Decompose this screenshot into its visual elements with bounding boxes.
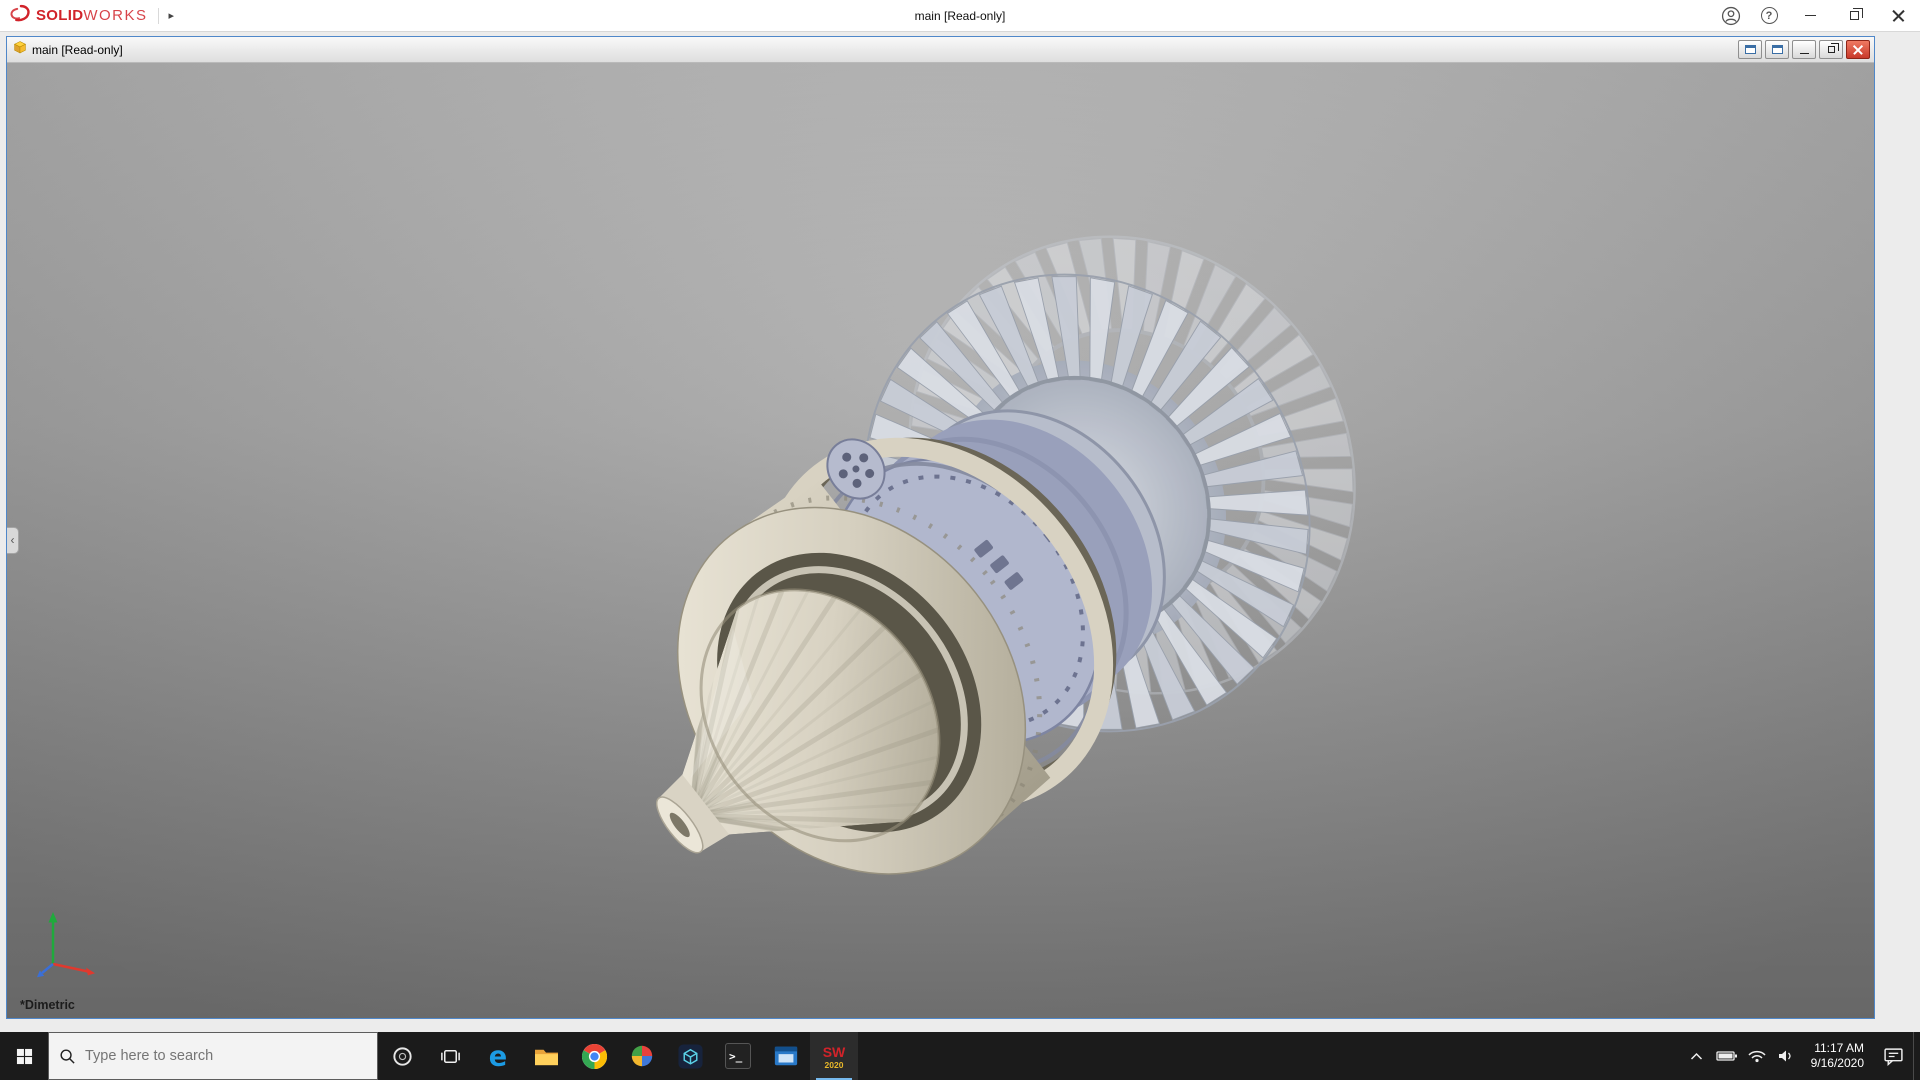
search-input[interactable] [85,1048,367,1064]
triad-x-axis [52,962,89,973]
brand-text: SOLIDWORKS [36,6,148,24]
edge-button[interactable]: e [474,1032,522,1080]
app-window-title: main [Read-only] [914,8,1006,23]
volume-status[interactable] [1772,1032,1802,1080]
windows-logo-icon [16,1048,32,1064]
tray-expand-button[interactable] [1682,1032,1712,1080]
window-icon [1771,45,1783,54]
featuremanager-collapse-tab[interactable]: ‹ [7,526,19,554]
wifi-icon [1748,1050,1766,1063]
svg-text:SW: SW [823,1044,846,1060]
edge-icon: e [489,1041,507,1071]
viewer-3d-icon [677,1043,703,1069]
doc-restore-button[interactable] [1819,40,1843,59]
app-window-icon [774,1046,798,1066]
file-explorer-icon [534,1049,558,1065]
restore-icon [1849,7,1863,20]
system-tray: 11:17 AM 9/16/2020 [1682,1032,1920,1080]
remote-app-button[interactable] [762,1032,810,1080]
chevron-up-icon [1691,1052,1703,1060]
chrome-button[interactable] [570,1032,618,1080]
account-button[interactable] [1712,0,1750,31]
restore-icon [1827,43,1839,53]
action-center-button[interactable] [1873,1032,1913,1080]
solidworks-app-icon: SW 2020 [823,1044,846,1070]
network-status[interactable] [1742,1032,1772,1080]
cortana-button[interactable] [378,1032,426,1080]
help-button[interactable]: ? [1750,0,1788,31]
doc-minimize-button[interactable] [1792,40,1816,59]
start-button[interactable] [0,1032,48,1080]
chevron-left-icon: ‹ [10,533,15,547]
menu-expand-arrow-icon[interactable]: ▸ [169,9,175,22]
taskbar-clock[interactable]: 11:17 AM 9/16/2020 [1802,1041,1873,1071]
graphics-area[interactable]: ‹ *Dimetric [7,63,1874,1018]
orientation-triad [37,912,95,978]
window-icon [1744,45,1756,54]
svg-text:>_: >_ [729,1050,743,1063]
solidworks-taskbar-button[interactable]: SW 2020 [810,1032,858,1080]
minimize-icon [1804,14,1816,17]
volume-icon [1778,1050,1791,1062]
document-titlebar[interactable]: main [Read-only] [7,37,1874,63]
cortana-icon [392,1046,412,1066]
help-icon: ? [1760,7,1778,24]
orientation-label: *Dimetric [20,998,75,1012]
media-app-button[interactable] [618,1032,666,1080]
file-explorer-button[interactable] [522,1032,570,1080]
battery-icon [1715,1051,1737,1061]
doc-close-button[interactable] [1846,40,1870,59]
brand-separator [157,7,159,24]
doc-window-switch-button-1[interactable] [1738,40,1762,59]
app-restore-button[interactable] [1832,0,1876,31]
close-icon [1853,44,1864,55]
chrome-icon [581,1043,607,1069]
taskbar-search[interactable] [48,1032,378,1080]
taskbar: e [0,1032,1920,1080]
svg-text:e: e [489,1041,507,1071]
doc-window-switch-button-2[interactable] [1765,40,1789,59]
battery-status[interactable] [1712,1032,1742,1080]
media-app-icon [631,1045,653,1067]
minimize-icon [1799,52,1809,55]
task-view-icon [440,1049,460,1063]
solidworks-badge: 2020 [825,1060,844,1070]
close-icon [1892,9,1905,22]
clock-time: 11:17 AM [1814,1041,1864,1055]
desktop-screen: SOLIDWORKS ▸ main [Read-only] ? main [Re… [0,0,1920,1080]
viewer-3d-button[interactable] [666,1032,714,1080]
assembly-icon [13,40,27,59]
task-view-button[interactable] [426,1032,474,1080]
command-prompt-button[interactable]: >_ [714,1032,762,1080]
search-icon [60,1048,75,1064]
document-title: main [Read-only] [32,42,123,57]
app-client-area: main [Read-only] ‹ *Dimetric [0,32,1920,1032]
solidworks-brand[interactable]: SOLIDWORKS ▸ [0,3,174,29]
app-titlebar: SOLIDWORKS ▸ main [Read-only] ? [0,0,1920,32]
app-close-button[interactable] [1876,0,1920,31]
action-center-icon [1883,1047,1903,1066]
show-desktop-button[interactable] [1913,1032,1920,1080]
clock-date: 9/16/2020 [1810,1056,1864,1070]
app-window-controls: ? [1712,0,1920,31]
app-minimize-button[interactable] [1788,0,1832,31]
solidworks-logo-icon [8,3,32,29]
document-window-controls [1738,40,1870,59]
triad-z-axis [41,963,54,974]
account-icon [1721,6,1741,25]
jet-engine-model[interactable] [7,63,1874,1018]
command-prompt-icon: >_ [725,1043,751,1069]
document-window: main [Read-only] ‹ *Dimetric [6,36,1875,1019]
